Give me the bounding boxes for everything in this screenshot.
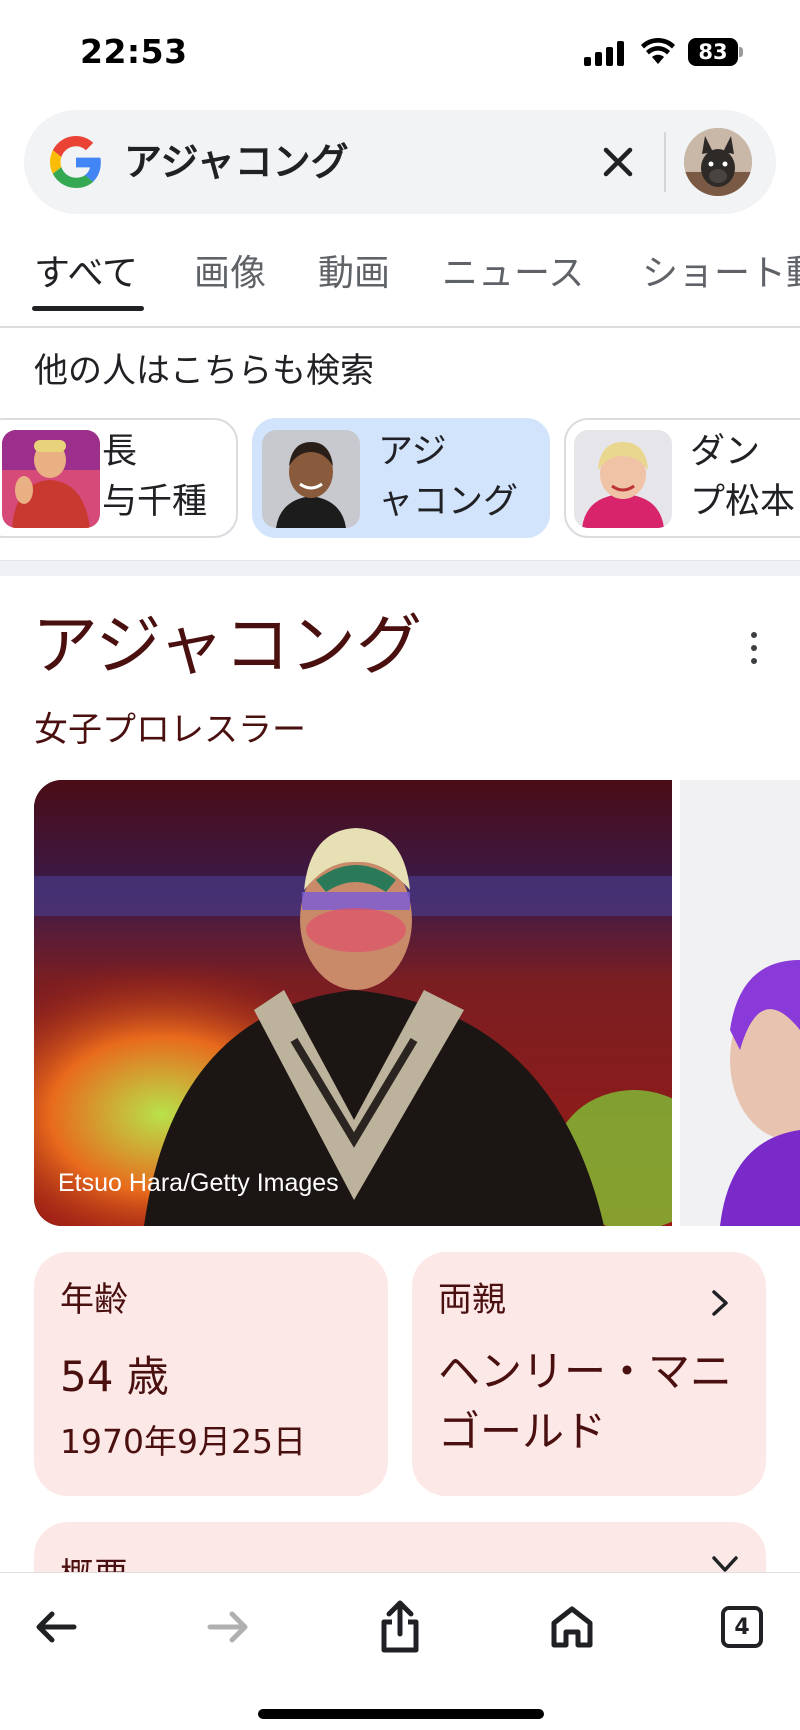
back-button[interactable] <box>24 1595 88 1659</box>
main-photo[interactable]: Etsuo Hara/Getty Images <box>34 780 672 1226</box>
person-thumbnail <box>262 430 360 528</box>
birth-date: 1970年9月25日 <box>60 1422 306 1461</box>
share-button[interactable] <box>368 1595 432 1659</box>
dog-avatar-icon <box>684 128 752 196</box>
bottom-toolbar: 4 <box>0 1572 800 1730</box>
knowledge-panel-title: アジャコング <box>32 607 423 684</box>
tab-shorts[interactable]: ショート動 <box>642 250 800 298</box>
age-label: 年齢 <box>60 1280 128 1320</box>
status-time: 22:53 <box>80 32 188 71</box>
chevron-right-icon <box>712 1290 728 1316</box>
tab-all[interactable]: すべて <box>34 250 138 298</box>
home-icon <box>551 1606 593 1648</box>
parents-card[interactable]: 両親 ヘンリー・マニゴールド <box>412 1252 766 1496</box>
home-button[interactable] <box>540 1595 604 1659</box>
people-also-search-heading: 他の人はこちらも検索 <box>34 351 374 391</box>
age-card[interactable]: 年齢 54 歳 1970年9月25日 <box>34 1252 388 1496</box>
tab-images[interactable]: 画像 <box>194 250 266 298</box>
tabs-divider <box>0 326 800 328</box>
wifi-icon <box>641 37 675 64</box>
back-icon <box>36 1611 77 1643</box>
tab-news[interactable]: ニュース <box>442 250 584 298</box>
forward-button[interactable] <box>196 1595 260 1659</box>
related-person-chip[interactable]: ダン プ松本 <box>564 418 800 538</box>
search-bar[interactable]: アジャコング <box>24 110 776 214</box>
tabs-count: 4 <box>734 1614 750 1640</box>
signal-icon <box>584 40 626 66</box>
active-tab-indicator <box>32 306 144 311</box>
chip-label-line2: 与千種 <box>102 482 208 522</box>
tabs-button[interactable]: 4 <box>710 1595 774 1659</box>
parents-label: 両親 <box>438 1280 506 1320</box>
knowledge-panel-subtitle: 女子プロレスラー <box>34 710 306 750</box>
chip-label-line1: ダン <box>690 432 761 472</box>
more-options-icon[interactable] <box>742 630 766 666</box>
search-input[interactable]: アジャコング <box>124 134 349 190</box>
parents-value: ヘンリー・マニゴールド <box>438 1347 733 1456</box>
people-also-search-row: 長 与千種 アジ ャコング ダン プ松本 <box>0 418 800 538</box>
chip-label-line1: 長 <box>102 432 138 472</box>
account-avatar[interactable] <box>684 128 752 196</box>
home-indicator <box>258 1709 544 1719</box>
chip-label-line2: プ松本 <box>690 482 796 522</box>
section-separator <box>0 560 800 576</box>
search-divider <box>664 132 666 192</box>
search-tabs: すべて 画像 動画 ニュース ショート動 <box>0 236 800 328</box>
wrestler-photo <box>34 780 672 1226</box>
status-bar: 22:53 83 <box>0 0 800 104</box>
chip-label-line2: ャコング <box>378 482 519 522</box>
share-icon <box>381 1600 419 1653</box>
photo-credit: Etsuo Hara/Getty Images <box>58 1169 339 1197</box>
tabs-icon: 4 <box>721 1606 763 1648</box>
person-thumbnail <box>574 430 672 528</box>
next-photo[interactable] <box>680 780 800 1226</box>
close-icon <box>603 147 633 177</box>
age-value: 54 歳 <box>60 1352 169 1401</box>
google-g-icon <box>50 136 101 188</box>
chip-label-line1: アジ <box>378 432 447 472</box>
wrestler-photo-2 <box>680 780 800 1226</box>
clear-search-button[interactable] <box>594 138 642 186</box>
related-person-chip-selected[interactable]: アジ ャコング <box>252 418 550 538</box>
person-thumbnail <box>2 430 100 528</box>
related-person-chip[interactable]: 長 与千種 <box>0 418 238 538</box>
battery-icon: 83 <box>688 38 744 66</box>
forward-icon <box>207 1611 248 1643</box>
tab-videos[interactable]: 動画 <box>318 250 390 298</box>
battery-level: 83 <box>688 38 738 66</box>
